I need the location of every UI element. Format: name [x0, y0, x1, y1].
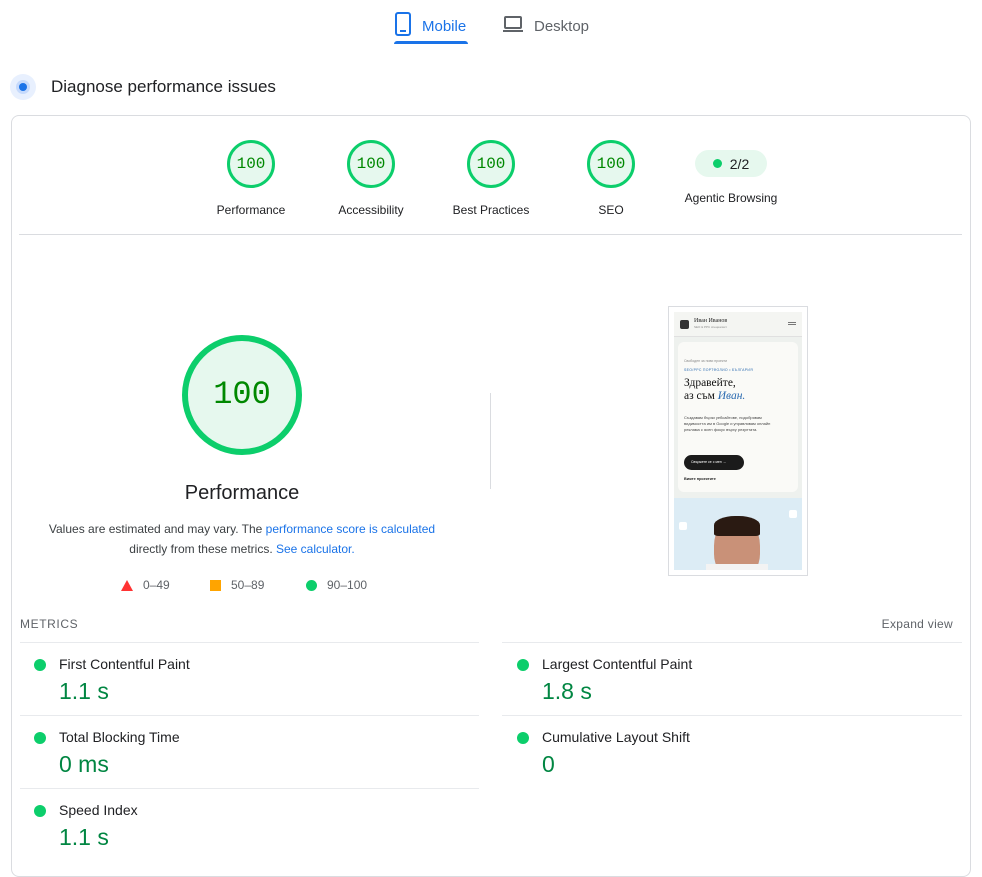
photo-badge-icon — [679, 522, 687, 530]
final-screenshot[interactable]: Иван Иванов SEO & PPC специалист Свободе… — [668, 306, 808, 576]
expand-view-button[interactable]: Expand view — [882, 617, 953, 631]
see-calculator-link[interactable]: See calculator. — [276, 542, 355, 556]
metric-name: Largest Contentful Paint — [542, 656, 693, 672]
legend-label: 50–89 — [231, 578, 265, 592]
site-tag: SEO/PPC ПОРТФОЛИО • БЪЛГАРИЯ — [684, 368, 754, 372]
screenshot-nav: Иван Иванов SEO & PPC специалист — [674, 312, 802, 337]
metric-tbt: Total Blocking Time 0 ms — [34, 727, 474, 797]
photo-badge-icon — [789, 510, 797, 518]
metric-speed-index: Speed Index 1.1 s — [34, 800, 474, 850]
hero-name: Иван. — [717, 390, 746, 402]
screenshot-page: Иван Иванов SEO & PPC специалист Свободе… — [674, 312, 802, 570]
hero-heading: Здравейте, аз съм Иван. — [684, 377, 745, 403]
pass-dot-icon — [34, 805, 46, 817]
metric-value: 1.1 s — [59, 678, 109, 704]
divider — [19, 234, 962, 235]
metric-fcp: First Contentful Paint 1.1 s — [34, 654, 474, 724]
site-subtitle: SEO & PPC специалист — [694, 325, 728, 329]
score-gauge: 100 — [227, 140, 275, 188]
pass-dot-icon — [517, 659, 529, 671]
pass-dot-icon — [517, 732, 529, 744]
hair-shape — [714, 516, 760, 536]
metric-value: 0 ms — [59, 751, 109, 777]
tab-mobile[interactable]: Mobile — [394, 8, 466, 44]
agentic-score-pill: 2/2 — [695, 150, 767, 177]
category-seo[interactable]: 100 SEO — [556, 140, 666, 217]
metric-name: Cumulative Layout Shift — [542, 729, 690, 745]
circle-icon — [306, 579, 317, 591]
triangle-icon — [121, 579, 133, 591]
vertical-divider — [490, 393, 491, 489]
legend-pass: 90–100 — [306, 578, 367, 592]
score-label: Accessibility — [338, 203, 404, 217]
note-text: directly from these metrics. — [129, 542, 276, 556]
hamburger-icon — [788, 322, 796, 323]
legend-label: 90–100 — [327, 578, 368, 592]
legend-fail: 0–49 — [121, 578, 170, 592]
score-gauge: 100 — [467, 140, 515, 188]
score-calculated-link[interactable]: performance score is calculated — [266, 522, 435, 536]
metrics-title: METRICS — [20, 617, 79, 631]
pass-dot-icon — [712, 159, 722, 168]
profile-photo — [674, 498, 802, 570]
metric-name: Total Blocking Time — [59, 729, 180, 745]
tab-desktop[interactable]: Desktop — [502, 8, 589, 44]
hero-paragraph: Създавам бързи уебсайтове, подобрявам ви… — [684, 415, 771, 432]
note-text: Values are estimated and may vary. The — [48, 522, 266, 536]
category-accessibility[interactable]: 100 Accessibility — [316, 140, 426, 217]
metric-value: 1.1 s — [59, 824, 109, 850]
score-label: SEO — [598, 203, 624, 217]
metric-value: 1.8 s — [542, 678, 592, 704]
shirt-shape — [706, 564, 768, 570]
legend-label: 0–49 — [143, 578, 170, 592]
score-label: Performance — [216, 203, 286, 217]
score-label: Agentic Browsing — [684, 191, 778, 205]
performance-title: Performance — [184, 482, 300, 504]
legend-average: 50–89 — [210, 578, 264, 592]
metric-value: 0 — [542, 751, 555, 777]
active-tab-indicator — [394, 41, 468, 44]
category-performance[interactable]: 100 Performance — [196, 140, 306, 217]
agentic-score: 2/2 — [729, 155, 750, 172]
metric-cls: Cumulative Layout Shift 0 — [517, 727, 957, 797]
performance-gauge: 100 — [182, 335, 302, 455]
square-icon — [210, 579, 221, 591]
section-title: Diagnose performance issues — [51, 77, 276, 96]
site-name: Иван Иванов — [694, 318, 728, 324]
category-agentic-browsing[interactable]: 2/2 Agentic Browsing — [676, 140, 786, 205]
tab-desktop-label: Desktop — [534, 17, 590, 35]
metric-name: First Contentful Paint — [59, 656, 190, 672]
site-status: Свободен за нови проекти — [684, 359, 728, 363]
hero-line1: Здравейте, — [684, 377, 736, 389]
pass-dot-icon — [34, 732, 46, 744]
score-gauge: 100 — [587, 140, 635, 188]
hero-link: Вижте проектите — [684, 477, 716, 481]
phone-icon — [394, 12, 412, 40]
score-note: Values are estimated and may vary. The p… — [40, 519, 444, 559]
hero-card: Свободен за нови проекти SEO/PPC ПОРТФОЛ… — [678, 342, 798, 492]
diagnose-icon — [10, 74, 36, 100]
laptop-icon — [502, 15, 524, 37]
score-gauge: 100 — [347, 140, 395, 188]
pass-dot-icon — [34, 659, 46, 671]
metric-divider — [20, 642, 479, 643]
tab-mobile-label: Mobile — [422, 17, 467, 35]
hero-line2: аз съм — [684, 390, 718, 402]
hero-button: Свържете се с мен → — [684, 455, 744, 470]
metric-lcp: Largest Contentful Paint 1.8 s — [517, 654, 957, 724]
site-logo-icon — [680, 320, 689, 329]
score-label: Best Practices — [452, 203, 530, 217]
metric-divider — [502, 642, 962, 643]
metric-name: Speed Index — [59, 802, 138, 818]
category-best-practices[interactable]: 100 Best Practices — [436, 140, 546, 217]
